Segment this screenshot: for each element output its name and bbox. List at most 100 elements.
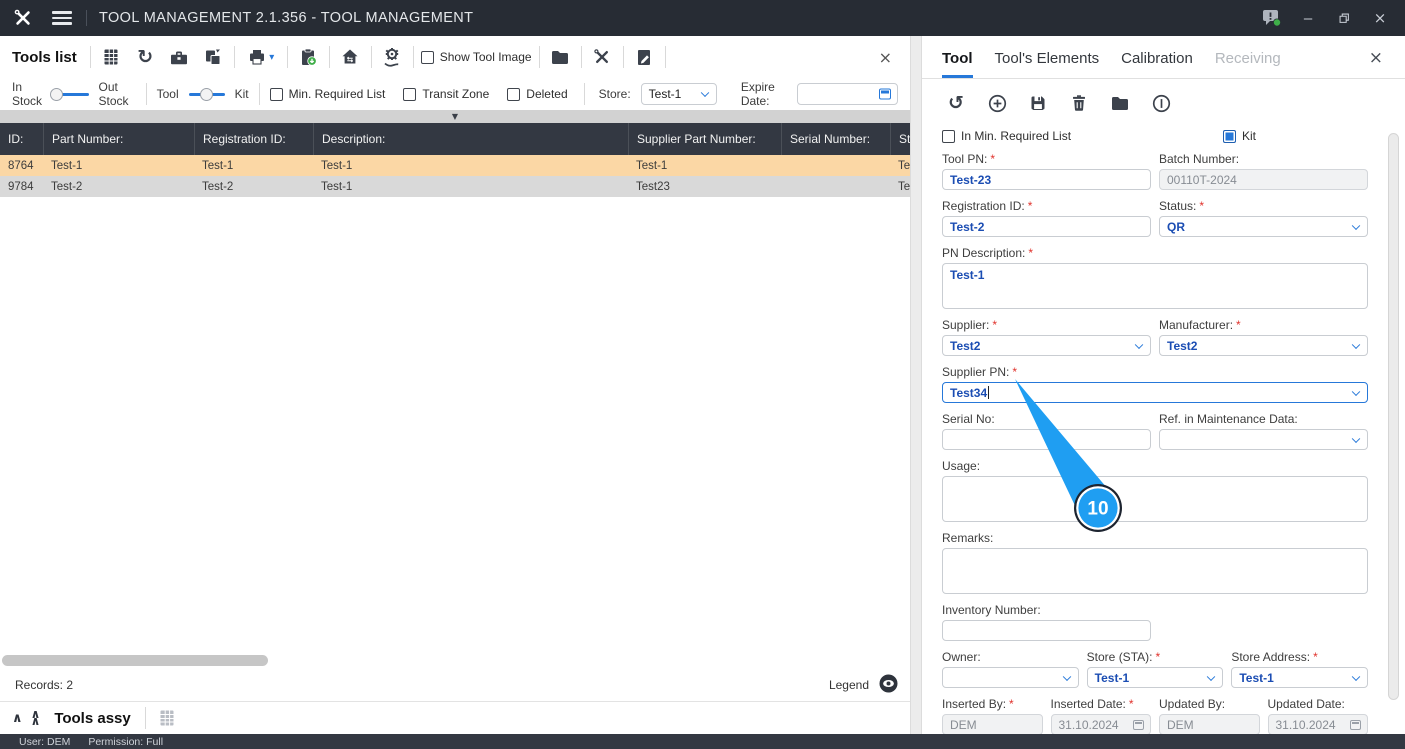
home-transfer-icon[interactable] xyxy=(337,44,364,70)
expand-up-icon[interactable]: ∧ xyxy=(12,712,23,725)
status-bar: User: DEM Permission: Full xyxy=(0,734,1405,749)
tools-exchange-icon[interactable] xyxy=(589,44,616,70)
tab-tool[interactable]: Tool xyxy=(942,50,973,78)
batch-number-label: Batch Number: xyxy=(1159,152,1240,166)
show-tool-image-checkbox[interactable]: Show Tool Image xyxy=(420,50,532,64)
tool-pn-input[interactable]: Test-23 xyxy=(942,169,1151,190)
cell-store: Test- xyxy=(898,180,910,193)
paste-import-icon[interactable] xyxy=(295,44,322,70)
inventory-number-input[interactable] xyxy=(942,620,1151,641)
print-dropdown-caret[interactable]: ▾ xyxy=(269,52,274,63)
title-bar: TOOL MANAGEMENT 2.1.356 - TOOL MANAGEMEN… xyxy=(0,0,1405,36)
detail-tabs: Tool Tool's Elements Calibration Receivi… xyxy=(922,36,1405,79)
owner-select[interactable] xyxy=(942,667,1079,688)
updated-by-value: DEM xyxy=(1167,717,1194,732)
titlebar-divider xyxy=(86,10,87,26)
kit-checkbox[interactable]: Kit xyxy=(1222,129,1256,143)
close-window-button[interactable]: × xyxy=(1365,5,1395,31)
registration-id-input[interactable]: Test-2 xyxy=(942,216,1151,237)
delete-icon[interactable] xyxy=(1067,91,1091,115)
close-tools-list-icon[interactable]: × xyxy=(871,48,900,67)
hamburger-menu-icon[interactable] xyxy=(52,11,72,25)
copy-icon[interactable] xyxy=(200,44,227,70)
pn-description-textarea[interactable]: Test-1 xyxy=(942,263,1368,309)
cell-part-number: Test-1 xyxy=(51,159,83,172)
calendar-icon[interactable] xyxy=(879,88,891,100)
tools-assy-grid-icon xyxy=(154,705,181,731)
clipboard-edit-icon[interactable] xyxy=(631,44,658,70)
print-icon[interactable]: ▾ xyxy=(242,44,280,70)
chat-notification-icon[interactable] xyxy=(1257,5,1287,31)
serial-no-input[interactable] xyxy=(942,429,1151,450)
transit-zone-checkbox[interactable]: Transit Zone xyxy=(403,87,489,101)
vertical-scrollbar-thumb[interactable] xyxy=(1388,133,1399,700)
supplier-label: Supplier: * xyxy=(942,318,998,332)
tool-pn-value: Test-23 xyxy=(950,172,992,187)
inserted-date-label: Inserted Date: * xyxy=(1050,697,1134,711)
hand-gear-icon[interactable] xyxy=(379,44,406,70)
grid-collapse-band[interactable]: ▼ xyxy=(0,110,910,123)
expand-full-up-icon[interactable]: ∧ ∧ xyxy=(31,709,41,727)
eye-icon[interactable] xyxy=(879,674,898,696)
supplier-value: Test2 xyxy=(950,338,981,353)
column-header-id[interactable]: ID: xyxy=(0,123,43,155)
show-tool-image-box[interactable] xyxy=(420,50,434,64)
cell-part-number: Test-2 xyxy=(51,180,83,193)
tool-management-app: TOOL MANAGEMENT 2.1.356 - TOOL MANAGEMEN… xyxy=(0,0,1405,749)
app-logo-tools-icon xyxy=(0,7,46,29)
kit-box[interactable] xyxy=(1222,129,1236,143)
folder-icon[interactable] xyxy=(547,44,574,70)
deleted-box[interactable] xyxy=(507,87,521,101)
usage-textarea[interactable] xyxy=(942,476,1368,522)
status-select[interactable]: QR xyxy=(1159,216,1368,237)
table-row[interactable]: 9784 Test-2 Test-2 Test-1 Test23 Test- xyxy=(0,176,910,197)
triangle-down-icon: ▼ xyxy=(451,111,459,121)
in-min-required-box[interactable] xyxy=(942,129,955,143)
supplier-pn-combo[interactable]: Test34 xyxy=(942,382,1368,403)
table-row[interactable]: 8764 Test-1 Test-1 Test-1 Test-1 Test- xyxy=(0,155,910,176)
remarks-textarea[interactable] xyxy=(942,548,1368,594)
minimize-button[interactable]: – xyxy=(1293,5,1323,31)
column-header-description[interactable]: Description: xyxy=(313,123,628,155)
column-header-supplier-part-number[interactable]: Supplier Part Number: xyxy=(628,123,781,155)
close-detail-panel-icon[interactable]: × xyxy=(1369,48,1383,68)
in-min-required-checkbox[interactable]: In Min. Required List xyxy=(942,129,1071,143)
column-header-registration-id[interactable]: Registration ID: xyxy=(194,123,313,155)
tab-calibration[interactable]: Calibration xyxy=(1121,50,1193,78)
transit-zone-box[interactable] xyxy=(403,87,417,101)
refresh-icon[interactable]: ↻ xyxy=(132,44,159,70)
deleted-checkbox[interactable]: Deleted xyxy=(507,87,568,101)
cell-supplier-part-number: Test-1 xyxy=(636,159,668,172)
tool-kit-toggle[interactable] xyxy=(188,87,225,101)
chevron-down-icon xyxy=(1207,672,1216,681)
ref-maintenance-select[interactable] xyxy=(1159,429,1368,450)
store-sta-select[interactable]: Test-1 xyxy=(1086,667,1224,688)
undo-icon[interactable]: ↺ xyxy=(944,91,968,115)
store-address-select[interactable]: Test-1 xyxy=(1231,667,1369,688)
add-icon[interactable] xyxy=(985,91,1009,115)
calendar-icon xyxy=(1350,719,1361,730)
ref-maintenance-label: Ref. in Maintenance Data: xyxy=(1159,412,1298,426)
restore-button[interactable] xyxy=(1329,5,1359,31)
min-required-list-checkbox[interactable]: Min. Required List xyxy=(269,87,385,101)
folder-icon[interactable] xyxy=(1108,91,1132,115)
supplier-select[interactable]: Test2 xyxy=(942,335,1151,356)
legend-control[interactable]: Legend xyxy=(829,674,898,696)
stock-toggle[interactable] xyxy=(49,87,89,101)
save-icon[interactable] xyxy=(1026,91,1050,115)
store-filter-select[interactable]: Test-1 xyxy=(640,83,717,105)
chevron-down-icon xyxy=(1351,434,1361,443)
horizontal-scrollbar-thumb[interactable] xyxy=(2,655,268,666)
column-header-serial-number[interactable]: Serial Number: xyxy=(781,123,890,155)
column-header-part-number[interactable]: Part Number: xyxy=(43,123,194,155)
min-required-list-box[interactable] xyxy=(269,87,283,101)
horizontal-scrollbar[interactable] xyxy=(0,654,910,668)
expire-date-input[interactable] xyxy=(797,83,898,105)
column-header-store[interactable]: Sto xyxy=(890,123,910,155)
batch-number-input: 00110T-2024 xyxy=(1159,169,1368,190)
excel-export-icon[interactable] xyxy=(98,44,125,70)
tab-tools-elements[interactable]: Tool's Elements xyxy=(995,50,1100,78)
manufacturer-select[interactable]: Test2 xyxy=(1159,335,1368,356)
info-icon[interactable] xyxy=(1149,91,1173,115)
toolbox-icon[interactable] xyxy=(166,44,193,70)
